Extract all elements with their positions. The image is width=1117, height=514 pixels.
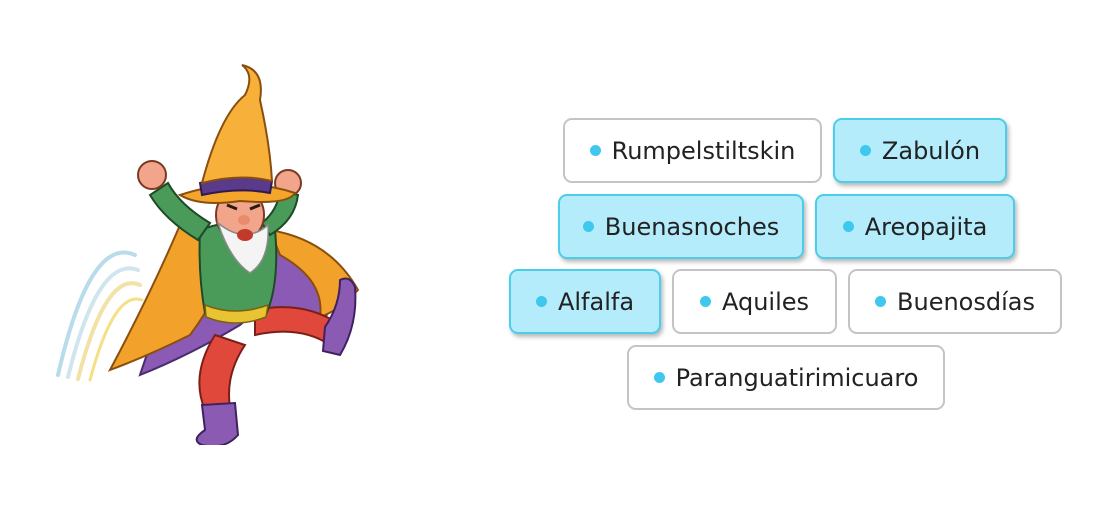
option-chip-aquiles[interactable]: Aquiles bbox=[672, 269, 837, 334]
option-chip-areopajita[interactable]: Areopajita bbox=[815, 194, 1015, 259]
option-label: Paranguatirimicuaro bbox=[675, 363, 919, 392]
bullet-icon bbox=[699, 296, 711, 307]
bullet-icon bbox=[589, 145, 601, 156]
option-chip-zabulon[interactable]: Zabulón bbox=[833, 118, 1007, 183]
hat bbox=[200, 64, 274, 185]
option-label: Rumpelstiltskin bbox=[611, 136, 796, 165]
option-chip-paranguatirimicuaro[interactable]: Paranguatirimicuaro bbox=[627, 345, 945, 410]
bullet-icon bbox=[653, 372, 665, 383]
boot-left bbox=[195, 401, 240, 445]
bullet-icon bbox=[875, 296, 887, 307]
option-chip-alfalfa[interactable]: Alfalfa bbox=[509, 269, 661, 334]
option-label: Alfalfa bbox=[557, 287, 635, 316]
fist-left bbox=[137, 160, 167, 190]
bullet-icon bbox=[582, 221, 594, 232]
option-chip-buenosdias[interactable]: Buenosdías bbox=[848, 269, 1062, 334]
option-chip-rumpelstiltskin[interactable]: Rumpelstiltskin bbox=[563, 118, 822, 183]
option-label: Buenasnoches bbox=[604, 212, 780, 241]
bullet-icon bbox=[535, 296, 547, 307]
bullet-icon bbox=[842, 221, 854, 232]
option-label: Buenosdías bbox=[897, 287, 1035, 316]
wizard-illustration bbox=[56, 64, 360, 445]
option-label: Areopajita bbox=[864, 212, 988, 241]
option-label: Aquiles bbox=[721, 287, 810, 316]
option-label: Zabulón bbox=[881, 136, 981, 165]
option-chip-buenasnoches[interactable]: Buenasnoches bbox=[558, 194, 804, 259]
bullet-icon bbox=[859, 145, 871, 156]
